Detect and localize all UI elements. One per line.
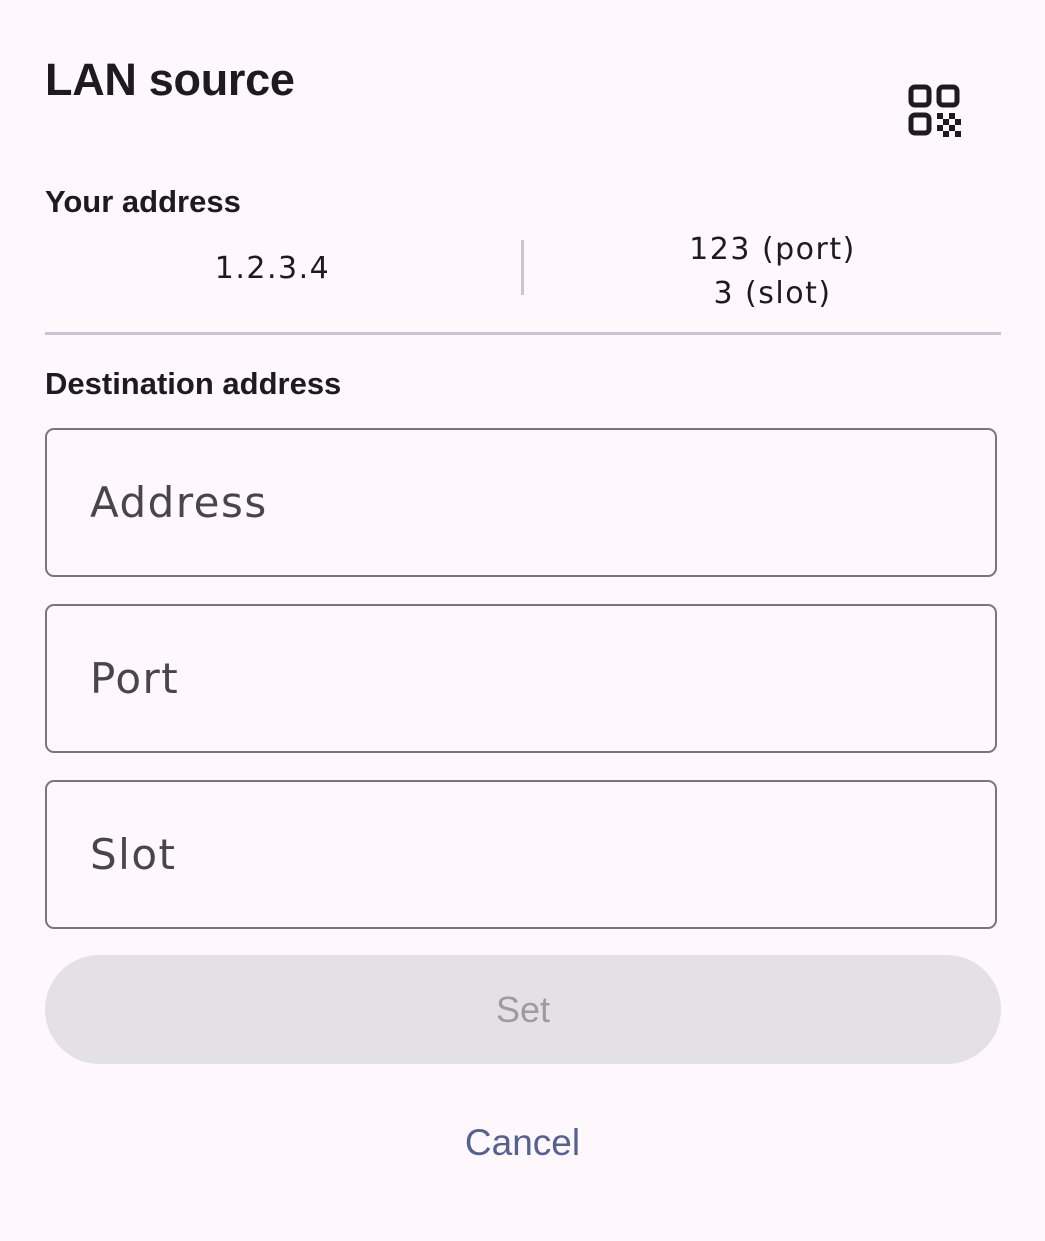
qr-scan-button[interactable] <box>900 78 970 144</box>
address-field[interactable] <box>45 428 997 577</box>
cancel-button[interactable]: Cancel <box>400 1110 645 1176</box>
your-port-slot: 123 (port) 3 (slot) <box>545 228 1000 316</box>
section-divider <box>45 332 1001 335</box>
cancel-button-label: Cancel <box>464 1122 581 1163</box>
address-divider <box>521 240 524 295</box>
slot-field[interactable] <box>45 780 997 929</box>
set-button-label: Set <box>495 988 551 1030</box>
qr-code-icon <box>908 84 961 137</box>
port-input[interactable] <box>47 606 995 751</box>
dialog-title: LAN source <box>45 54 295 105</box>
your-slot: 3 (slot) <box>713 276 832 311</box>
set-button[interactable]: Set <box>45 955 1001 1064</box>
your-port: 123 (port) <box>689 232 856 267</box>
address-input[interactable] <box>47 430 995 575</box>
port-field[interactable] <box>45 604 997 753</box>
your-address-label: Your address <box>45 184 241 219</box>
destination-address-label: Destination address <box>45 366 342 401</box>
your-ip-address: 1.2.3.4 <box>214 251 331 286</box>
slot-input[interactable] <box>47 782 995 927</box>
